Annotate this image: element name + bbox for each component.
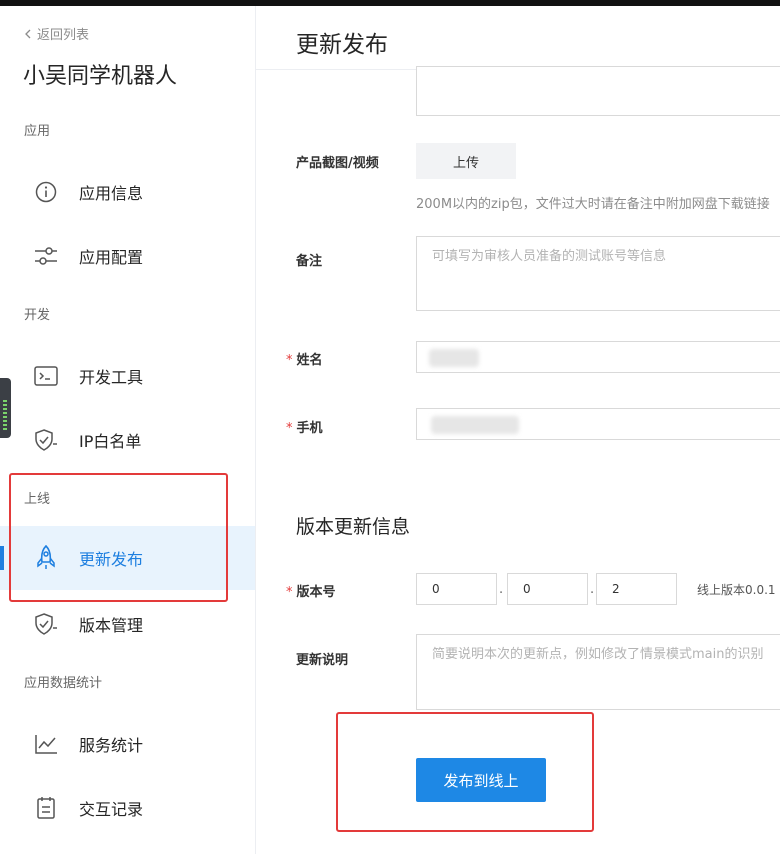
- sidebar-item-label: 应用配置: [79, 248, 144, 267]
- update-notes-placeholder: 简要说明本次的更新点，例如修改了情景模式main的识别: [432, 647, 764, 662]
- edge-volume-widget: [0, 378, 11, 438]
- sliders-icon: [34, 244, 58, 268]
- info-icon: [34, 180, 58, 204]
- sidebar-item-label: 开发工具: [79, 368, 144, 387]
- sidebar-item-app-config[interactable]: 应用配置: [0, 224, 255, 288]
- group-label-stats: 应用数据统计: [24, 676, 103, 691]
- redacted-value: [429, 349, 479, 367]
- name-label: * 姓名: [286, 353, 323, 368]
- version-patch-input[interactable]: 2: [596, 573, 677, 605]
- update-notes-label: 更新说明: [296, 653, 349, 668]
- sidebar-item-service-stats[interactable]: 服务统计: [0, 712, 255, 776]
- main-header: 更新发布: [256, 6, 780, 70]
- page-title: 更新发布: [296, 32, 388, 58]
- version-section-title: 版本更新信息: [296, 516, 411, 538]
- sidebar-item-app-info[interactable]: 应用信息: [0, 160, 255, 224]
- phone-input[interactable]: [416, 408, 780, 440]
- shield-icon: [34, 428, 58, 452]
- redacted-value: [431, 416, 519, 434]
- description-textarea[interactable]: [416, 66, 780, 116]
- version-separator: .: [499, 582, 504, 597]
- upload-hint: 200M以内的zip包，文件过大时请在备注中附加网盘下载链接: [416, 197, 770, 212]
- sidebar-item-label: IP白名单: [79, 432, 142, 451]
- sidebar-item-update-publish[interactable]: 更新发布: [0, 526, 255, 590]
- upload-button[interactable]: 上传: [416, 143, 516, 179]
- remark-placeholder: 可填写为审核人员准备的测试账号等信息: [432, 249, 667, 264]
- update-notes-textarea[interactable]: 简要说明本次的更新点，例如修改了情景模式main的识别: [416, 634, 780, 710]
- screenshot-label: 产品截图/视频: [296, 156, 379, 171]
- sidebar-item-label: 版本管理: [79, 616, 144, 635]
- version-minor-input[interactable]: 0: [507, 573, 588, 605]
- publish-button[interactable]: 发布到线上: [416, 758, 546, 802]
- group-label-online: 上线: [24, 492, 51, 507]
- chevron-left-icon: [24, 28, 31, 43]
- version-separator: .: [590, 582, 595, 597]
- group-label-dev: 开发: [24, 308, 51, 323]
- sidebar-item-label: 更新发布: [79, 550, 144, 569]
- version-major-input[interactable]: 0: [416, 573, 497, 605]
- back-label: 返回列表: [37, 28, 90, 43]
- sidebar-item-dev-tools[interactable]: 开发工具: [0, 344, 255, 408]
- app-name: 小吴同学机器人: [23, 64, 178, 89]
- shield-icon: [34, 612, 58, 636]
- back-to-list-link[interactable]: 返回列表: [24, 24, 89, 43]
- name-input[interactable]: [416, 341, 780, 373]
- sidebar-item-version-manage[interactable]: 版本管理: [0, 592, 255, 656]
- sidebar-item-label: 应用信息: [79, 184, 144, 203]
- remark-textarea[interactable]: 可填写为审核人员准备的测试账号等信息: [416, 236, 780, 311]
- terminal-icon: [34, 364, 58, 388]
- sidebar-item-interaction-log[interactable]: 交互记录: [0, 776, 255, 840]
- version-label: * 版本号: [286, 585, 336, 600]
- remark-label: 备注: [296, 254, 323, 269]
- phone-label: * 手机: [286, 421, 323, 436]
- group-label-app: 应用: [24, 124, 51, 139]
- sidebar-item-label: 服务统计: [79, 736, 144, 755]
- sidebar-item-label: 交互记录: [79, 800, 144, 819]
- online-version-text: 线上版本0.0.1: [697, 583, 776, 597]
- calendar-list-icon: [34, 796, 58, 820]
- sidebar-item-ip-whitelist[interactable]: IP白名单: [0, 408, 255, 472]
- line-chart-icon: [34, 732, 58, 756]
- sidebar: 返回列表 小吴同学机器人 应用 应用信息 应用配置 开发 开发工具 IP白名单 …: [0, 6, 256, 854]
- main-content: 更新发布 产品截图/视频 上传 200M以内的zip包，文件过大时请在备注中附加…: [256, 6, 780, 854]
- rocket-icon: [34, 545, 58, 570]
